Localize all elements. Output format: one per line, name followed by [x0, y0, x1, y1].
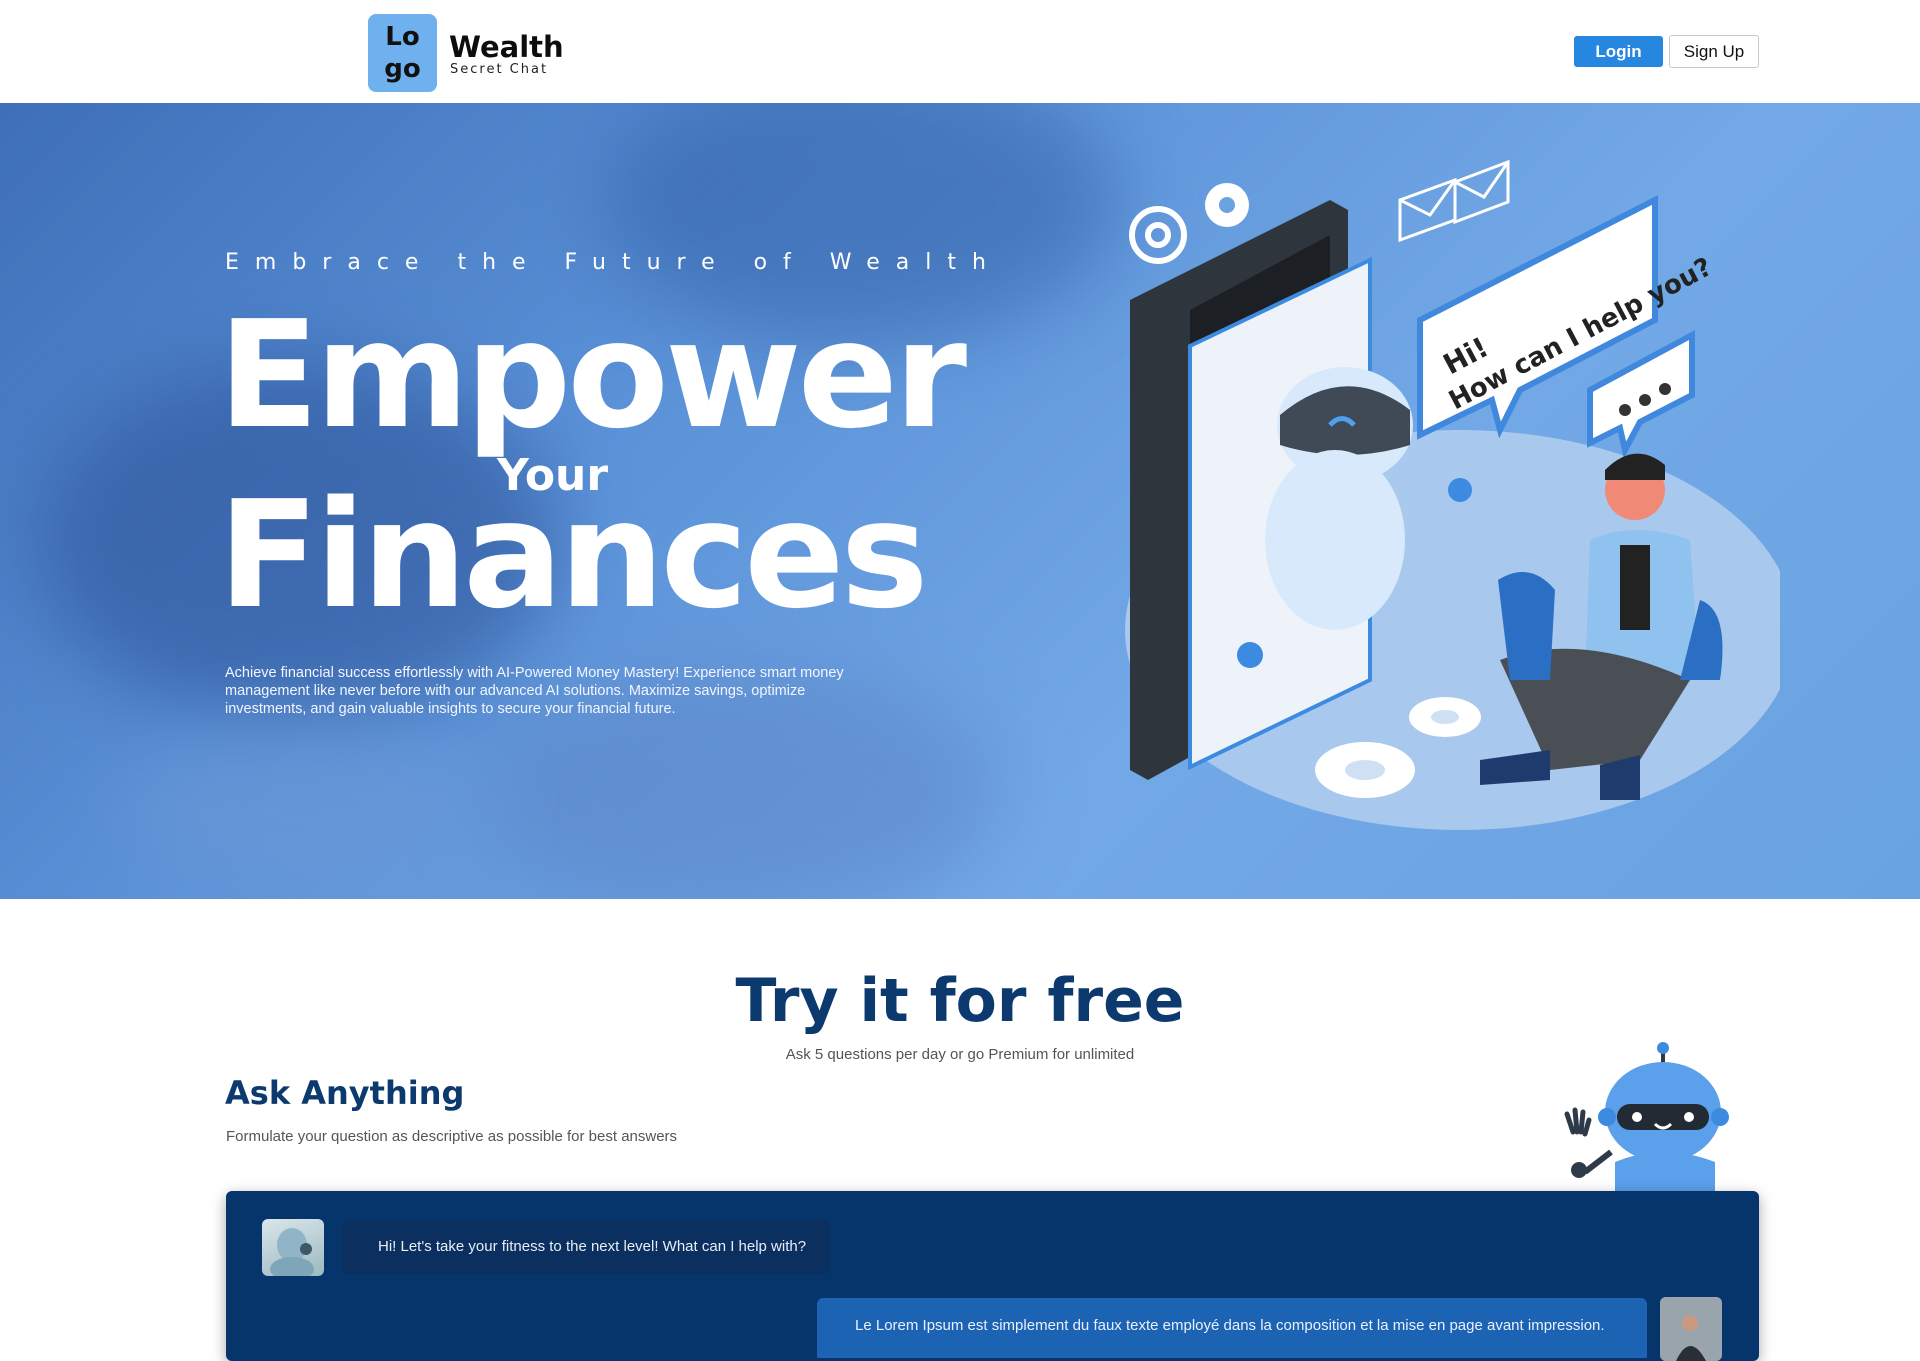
gear-icon	[1205, 183, 1249, 227]
chat-bubble-user: Le Lorem Ipsum est simplement du faux te…	[817, 1298, 1647, 1358]
brand-tagline: Secret Chat	[450, 62, 549, 77]
typing-bubble	[1587, 329, 1695, 459]
ask-anything-subtitle: Formulate your question as descriptive a…	[226, 1128, 678, 1145]
hero-headline-empower: Empower	[218, 289, 967, 461]
hero-eyebrow: Embrace the Future of Wealth	[225, 250, 1002, 275]
try-free-title: Try it for free	[735, 966, 1185, 1036]
robot-mascot-icon	[1564, 1042, 1729, 1192]
login-button[interactable]: Login	[1574, 36, 1663, 67]
signup-button[interactable]: Sign Up	[1669, 35, 1759, 68]
ask-anything-title: Ask Anything	[225, 1074, 465, 1112]
chat-bubble-bot: Hi! Let's take your fitness to the next …	[342, 1220, 830, 1274]
user-avatar	[1660, 1297, 1722, 1361]
person-avatar-icon	[1660, 1297, 1722, 1361]
gear-icon	[1129, 206, 1187, 264]
hero-description: Achieve financial success effortlessly w…	[225, 665, 844, 717]
bot-avatar	[262, 1219, 324, 1276]
site-header: Lo go Wealth Secret Chat Login Sign Up	[0, 0, 1920, 103]
ai-assistant-illustration: Hi! How can I help you?	[1125, 160, 1780, 830]
logo[interactable]: Lo go	[368, 14, 437, 92]
brand-name: Wealth	[449, 30, 564, 64]
hero-headline-finances: Finances	[218, 469, 929, 641]
chat-panel: Hi! Let's take your fitness to the next …	[226, 1191, 1759, 1361]
logo-line-2: go	[384, 54, 421, 84]
logo-line-1: Lo	[385, 22, 420, 52]
mail-icon	[1398, 160, 1510, 243]
robot-avatar-icon	[270, 1228, 314, 1276]
hero-bg-blur	[120, 723, 480, 899]
